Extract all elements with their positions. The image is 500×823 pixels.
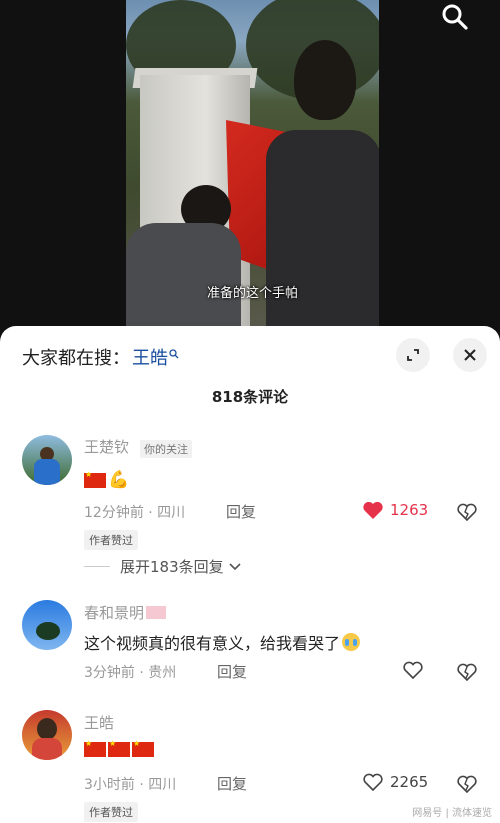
like-button[interactable]: 2265 xyxy=(362,772,428,792)
close-icon xyxy=(464,349,476,361)
search-button[interactable] xyxy=(437,0,473,34)
expand-button[interactable] xyxy=(396,338,430,372)
comment-panel: 大家都在搜： 王皓 818条评论 王楚钦 你的关注 💪 xyxy=(0,326,500,823)
avatar[interactable] xyxy=(22,710,72,760)
video-player[interactable]: 准备的这个手帕 xyxy=(0,0,500,340)
search-icon xyxy=(169,349,179,359)
divider-line xyxy=(84,566,110,567)
like-count: 2265 xyxy=(390,773,429,791)
heart-filled-icon xyxy=(363,501,383,519)
comment-username[interactable]: 春和景明 xyxy=(84,602,167,623)
broken-heart-icon xyxy=(457,775,477,794)
avatar[interactable] xyxy=(22,435,72,485)
comment-item: 春和景明 这个视频真的很有意义，给我看哭了 3分钟前 · 贵州 回复 xyxy=(0,596,500,686)
pink-flag-icon xyxy=(146,606,167,619)
trending-search: 大家都在搜： 王皓 xyxy=(22,344,179,370)
comment-username[interactable]: 王皓 xyxy=(84,712,114,733)
china-flag-icon xyxy=(84,470,106,488)
dislike-button[interactable] xyxy=(455,500,479,524)
china-flag-icon xyxy=(108,739,130,757)
search-icon xyxy=(442,4,468,30)
comment-count-title: 818条评论 xyxy=(211,388,289,406)
woman-head xyxy=(294,40,356,120)
comment-time-location: 3分钟前 · 贵州 xyxy=(84,665,177,681)
like-button[interactable]: 1263 xyxy=(362,500,428,520)
trending-search-label: 大家都在搜： xyxy=(22,348,130,369)
author-liked-tag: 作者赞过 xyxy=(84,530,138,550)
crying-emoji-icon xyxy=(342,633,361,651)
comment-content: 这个视频真的很有意义，给我看哭了 xyxy=(84,630,361,654)
dislike-button[interactable] xyxy=(455,660,479,684)
expand-replies-button[interactable]: 展开183条回复 xyxy=(84,556,242,577)
chevron-down-icon xyxy=(229,562,241,570)
china-flag-icon xyxy=(132,739,154,757)
reply-button[interactable]: 回复 xyxy=(226,501,256,522)
comment-time-location: 12分钟前 · 四川 xyxy=(84,505,186,521)
comment-content xyxy=(84,739,156,757)
trending-search-link[interactable]: 王皓 xyxy=(132,344,179,370)
boy-figure xyxy=(126,185,241,340)
like-button[interactable] xyxy=(402,660,424,680)
dislike-button[interactable] xyxy=(455,772,479,796)
following-tag: 你的关注 xyxy=(140,440,192,458)
comment-time-location: 3小时前 · 四川 xyxy=(84,777,177,793)
video-subtitle: 准备的这个手帕 xyxy=(206,286,298,301)
flexed-biceps-icon: 💪 xyxy=(108,470,130,490)
reply-button[interactable]: 回复 xyxy=(217,773,247,794)
close-button[interactable] xyxy=(453,338,487,372)
author-liked-tag: 作者赞过 xyxy=(84,802,138,822)
reply-button[interactable]: 回复 xyxy=(217,661,247,682)
avatar[interactable] xyxy=(22,600,72,650)
expand-replies-label: 展开183条回复 xyxy=(120,558,224,576)
trending-search-term: 王皓 xyxy=(132,348,168,369)
broken-heart-icon xyxy=(457,663,477,682)
expand-icon xyxy=(407,349,419,361)
like-count: 1263 xyxy=(390,501,429,519)
comment-username[interactable]: 王楚钦 xyxy=(84,436,129,457)
comment-content: 💪 xyxy=(84,470,129,490)
watermark: 网易号 | 流体速览 xyxy=(412,808,492,819)
comment-text: 这个视频真的很有意义，给我看哭了 xyxy=(84,634,341,653)
heart-outline-icon xyxy=(403,661,423,680)
video-frame[interactable]: 准备的这个手帕 xyxy=(126,0,379,340)
comment-item: 王楚钦 你的关注 💪 12分钟前 · 四川 回复 1263 作者赞过 展开183… xyxy=(0,430,500,580)
heart-outline-icon xyxy=(363,773,383,792)
broken-heart-icon xyxy=(457,503,477,522)
comment-username-text: 春和景明 xyxy=(84,604,145,622)
woman-body xyxy=(266,130,379,340)
china-flag-icon xyxy=(84,739,106,757)
